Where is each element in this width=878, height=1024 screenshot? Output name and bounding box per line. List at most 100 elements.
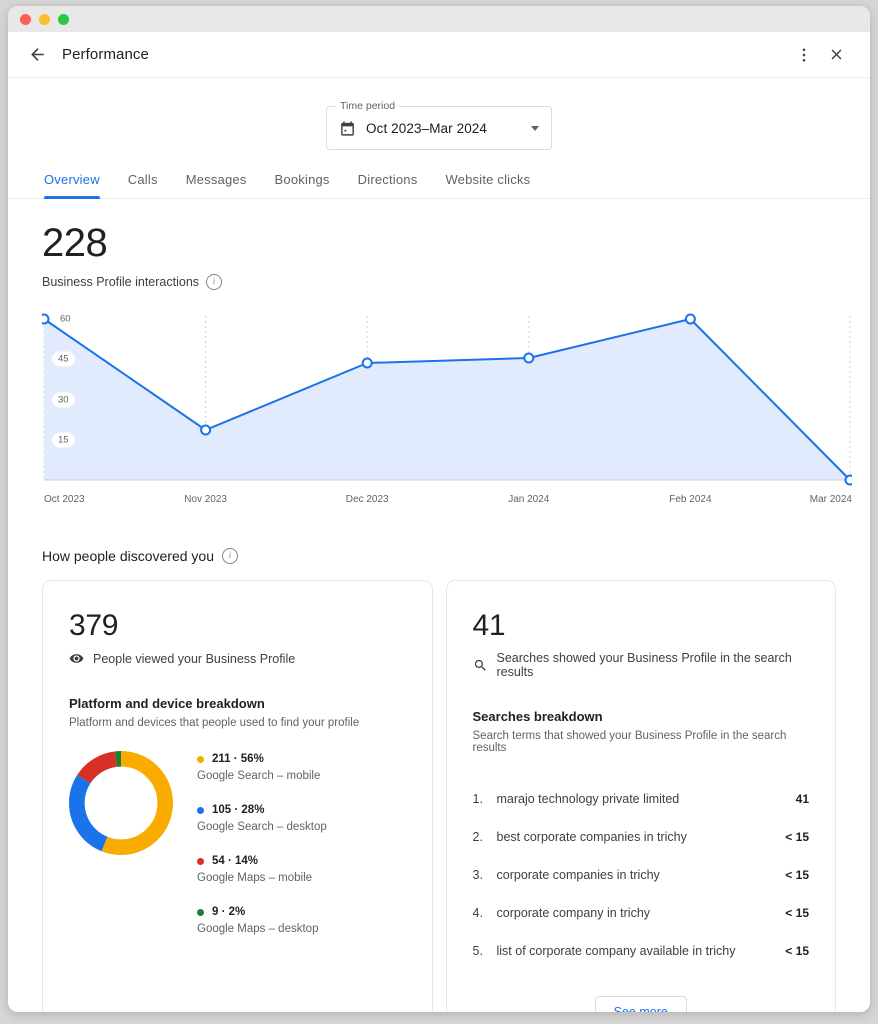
legend-value: 105 · 28%: [212, 804, 265, 816]
term-count: < 15: [785, 944, 809, 958]
platform-breakdown-title: Platform and device breakdown: [69, 696, 265, 711]
tab-bar: Overview Calls Messages Bookings Directi…: [8, 150, 870, 199]
info-icon[interactable]: i: [222, 548, 238, 564]
y-tick-60: 60: [60, 313, 71, 325]
tab-directions[interactable]: Directions: [344, 172, 432, 198]
chart-point-nov-2023[interactable]: [200, 424, 212, 436]
x-label-nov-2023: Nov 2023: [184, 494, 227, 505]
overflow-menu-button[interactable]: [788, 39, 820, 71]
legend-item: 9 · 2% Google Maps – desktop: [197, 906, 327, 935]
legend-item: 211 · 56% Google Search – mobile: [197, 753, 327, 782]
chart-point-dec-2023[interactable]: [361, 357, 373, 369]
window-titlebar: [8, 6, 870, 32]
chart-x-axis: Oct 2023 Nov 2023 Dec 2023 Jan 2024 Feb …: [42, 494, 852, 514]
term-count: < 15: [785, 906, 809, 920]
term-rank: 5.: [472, 944, 483, 958]
legend-value: 9 · 2%: [212, 906, 246, 918]
app-header: Performance: [8, 32, 870, 78]
x-label-jan-2024: Jan 2024: [508, 494, 550, 505]
views-caption: People viewed your Business Profile: [93, 651, 296, 666]
tab-messages[interactable]: Messages: [172, 172, 261, 198]
interactions-chart: 60 45 30 15 Oct 2023 Nov 2023 Dec 2023 J…: [42, 308, 852, 514]
table-row[interactable]: 5. list of corporate company available i…: [473, 932, 810, 970]
see-more-wrapper: See more: [473, 996, 810, 1012]
search-terms-list: 1. marajo technology private limited 41 …: [473, 780, 810, 970]
see-more-button[interactable]: See more: [594, 996, 687, 1012]
interactions-area-chart: [42, 313, 853, 486]
legend-value-row: 9 · 2%: [197, 906, 327, 918]
term-rank: 2.: [472, 830, 483, 844]
interactions-total: 228: [42, 221, 108, 265]
term-count: 41: [795, 792, 809, 806]
window-maximize-dot[interactable]: [58, 13, 69, 25]
views-caption-row: People viewed your Business Profile: [69, 651, 406, 666]
term-text: corporate companies in trichy: [496, 868, 660, 882]
legend-swatch-icon: [197, 755, 204, 763]
time-period-select[interactable]: Time period Oct 2023–Mar 2024: [326, 100, 552, 150]
legend-label: Google Maps – mobile: [197, 872, 313, 884]
platform-breakdown-sub: Platform and devices that people used to…: [69, 717, 360, 729]
searches-breakdown-sub: Search terms that showed your Business P…: [472, 730, 787, 754]
term-count: < 15: [785, 830, 809, 844]
y-tick-30: 30: [52, 392, 75, 408]
term-text: corporate company in trichy: [496, 906, 651, 920]
tab-overview[interactable]: Overview: [44, 172, 114, 199]
chart-point-feb-2024[interactable]: [684, 313, 696, 325]
page-title: Performance: [62, 46, 149, 63]
screenshot-root: Performance Time period Oct 2023–Mar 202…: [0, 0, 878, 1024]
calendar-icon: [339, 120, 356, 137]
x-label-feb-2024: Feb 2024: [669, 494, 712, 505]
x-label-dec-2023: Dec 2023: [345, 494, 389, 505]
chart-point-mar-2024[interactable]: [844, 474, 853, 486]
interactions-label-row: Business Profile interactions i: [42, 274, 836, 290]
legend-swatch-icon: [197, 908, 204, 916]
time-period-value: Oct 2023–Mar 2024: [366, 120, 488, 136]
y-tick-45: 45: [52, 351, 75, 367]
platform-donut-chart: [69, 751, 173, 855]
legend-label: Google Maps – desktop: [197, 923, 319, 935]
chart-point-jan-2024[interactable]: [523, 352, 535, 364]
searches-count: 41: [472, 609, 506, 642]
window-minimize-dot[interactable]: [39, 13, 50, 25]
close-button[interactable]: [820, 39, 852, 71]
close-icon: [831, 49, 841, 60]
info-icon[interactable]: i: [206, 274, 223, 290]
tab-bookings[interactable]: Bookings: [261, 172, 344, 198]
more-vertical-icon: [802, 47, 806, 62]
legend-label: Google Search – desktop: [197, 821, 327, 833]
legend-label: Google Search – mobile: [197, 770, 321, 782]
searches-breakdown-title: Searches breakdown: [472, 709, 603, 724]
term-rank: 1.: [472, 792, 483, 806]
table-row[interactable]: 3. corporate companies in trichy < 15: [473, 856, 810, 894]
arrow-left-icon: [30, 48, 44, 61]
legend-value: 211 · 56%: [212, 753, 264, 765]
discovery-heading-row: How people discovered you i: [42, 548, 836, 564]
tab-calls[interactable]: Calls: [114, 172, 172, 198]
legend-value-row: 54 · 14%: [197, 855, 327, 867]
x-label-oct-2023: Oct 2023: [44, 494, 85, 505]
table-row[interactable]: 4. corporate company in trichy < 15: [473, 894, 810, 932]
table-row[interactable]: 2. best corporate companies in trichy < …: [473, 818, 810, 856]
legend-item: 54 · 14% Google Maps – mobile: [197, 855, 327, 884]
chart-point-oct-2023[interactable]: [42, 313, 50, 325]
interactions-label: Business Profile interactions: [42, 275, 200, 289]
discovery-heading: How people discovered you: [42, 548, 214, 564]
x-label-mar-2024: Mar 2024: [809, 494, 852, 505]
time-period-legend: Time period: [336, 100, 400, 112]
term-text: list of corporate company available in t…: [496, 944, 736, 958]
legend-item: 105 · 28% Google Search – desktop: [197, 804, 327, 833]
tab-website-clicks[interactable]: Website clicks: [431, 172, 544, 198]
window-close-dot[interactable]: [20, 13, 31, 25]
views-count: 379: [69, 609, 119, 642]
back-button[interactable]: [20, 38, 54, 72]
table-row[interactable]: 1. marajo technology private limited 41: [473, 780, 810, 818]
legend-swatch-icon: [197, 806, 204, 814]
term-rank: 4.: [472, 906, 483, 920]
eye-icon: [69, 651, 84, 666]
platform-donut-row: 211 · 56% Google Search – mobile 105 · 2…: [69, 751, 406, 935]
term-text: best corporate companies in trichy: [496, 830, 687, 844]
chart-area-fill: [44, 319, 850, 480]
term-rank: 3.: [472, 868, 483, 882]
term-text: marajo technology private limited: [496, 792, 680, 806]
legend-value-row: 211 · 56%: [197, 753, 327, 765]
